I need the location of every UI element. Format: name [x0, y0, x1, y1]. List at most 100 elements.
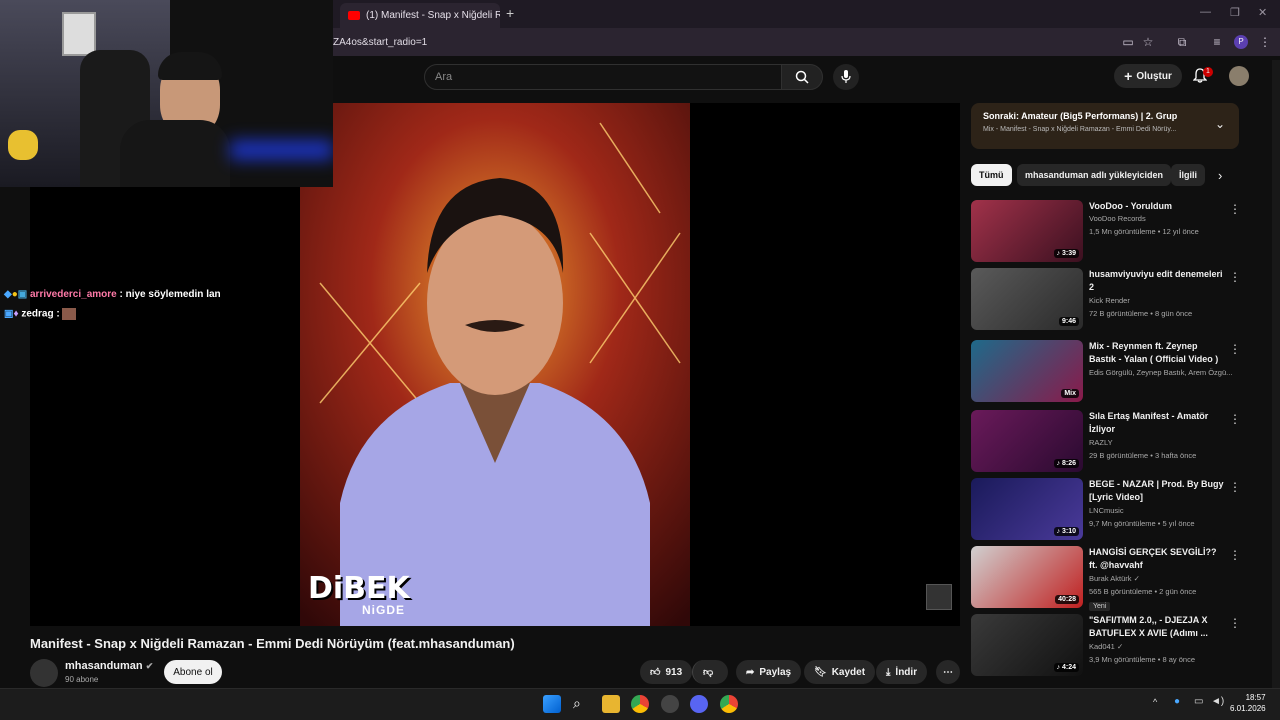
subscribe-button[interactable]: Abone ol — [164, 660, 222, 684]
tray-mic-icon[interactable]: ● — [1174, 696, 1180, 707]
video-thumbnail[interactable]: ♪ 4:24 — [971, 614, 1083, 676]
voice-search-button[interactable] — [833, 64, 859, 90]
reading-list-icon[interactable]: ≡ — [1209, 34, 1225, 50]
browser-tab[interactable]: (1) Manifest - Snap x Niğdeli R... × — [340, 3, 500, 28]
rec-title[interactable]: Sıla Ertaş Manifest - Amatör İzliyor — [1089, 410, 1227, 436]
app-icon[interactable] — [661, 695, 679, 713]
chevron-down-icon[interactable]: ⌄ — [1215, 117, 1225, 131]
miniplayer-preview[interactable] — [926, 584, 952, 610]
recommended-video[interactable]: 9:46 husamviyuviyu edit denemeleri 2 Kick … — [971, 268, 1271, 332]
rec-channel[interactable]: RAZLY — [1089, 438, 1239, 447]
search-button[interactable] — [781, 64, 823, 90]
tray-network-icon[interactable]: ▭ — [1194, 696, 1203, 707]
dislike-button[interactable]: 👎︎ — [692, 660, 728, 684]
more-vertical-icon[interactable]: ⋮ — [1229, 548, 1241, 562]
thumbs-down-icon: 👎︎ — [703, 667, 714, 678]
tray-chevron-icon[interactable]: ^ — [1153, 697, 1157, 707]
rec-title[interactable]: VooDoo - Yoruldum — [1089, 200, 1227, 213]
tray-volume-icon[interactable]: ◄) — [1211, 696, 1224, 707]
more-vertical-icon[interactable]: ⋮ — [1229, 202, 1241, 216]
video-thumbnail[interactable]: Mix — [971, 340, 1083, 402]
rec-channel[interactable]: LNCmusic — [1089, 506, 1239, 515]
chat-text: : — [53, 308, 63, 320]
chip-uploader[interactable]: mhasanduman adlı yükleyiciden — [1017, 164, 1172, 186]
video-thumbnail[interactable]: ♪ 3:39 — [971, 200, 1083, 262]
windows-start-icon[interactable] — [543, 695, 561, 713]
channel-avatar[interactable] — [30, 659, 58, 687]
recommended-video[interactable]: ♪ 3:10 BEGE - NAZAR | Prod. By Bugy [Lyri… — [971, 478, 1271, 542]
search-icon — [795, 70, 809, 84]
rec-channel[interactable]: VooDoo Records — [1089, 214, 1239, 223]
maximize-icon[interactable]: ❐ — [1230, 6, 1240, 19]
rec-channel[interactable]: Burak Aktürk ✓ — [1089, 574, 1239, 583]
more-vertical-icon[interactable]: ⋮ — [1229, 616, 1241, 630]
account-avatar[interactable] — [1229, 66, 1249, 86]
taskbar-search-icon[interactable]: ⌕ — [573, 695, 591, 713]
browser-menu-icon[interactable]: ⋮ — [1257, 34, 1273, 50]
chevron-right-icon[interactable]: › — [1218, 168, 1222, 183]
more-vertical-icon[interactable]: ⋮ — [1229, 342, 1241, 356]
rec-title[interactable]: Mix - Reynmen ft. Zeynep Bastık - Yalan … — [1089, 340, 1227, 366]
rec-title[interactable]: husamviyuviyu edit denemeleri 2 — [1089, 268, 1227, 294]
cast-icon[interactable]: ▭ — [1120, 34, 1136, 50]
bookmark-star-icon[interactable]: ☆ — [1140, 34, 1156, 50]
notification-badge: 1 — [1203, 67, 1213, 77]
recommended-video[interactable]: Mix Mix - Reynmen ft. Zeynep Bastık - Yal… — [971, 340, 1271, 404]
chrome-icon[interactable] — [631, 695, 649, 713]
chat-emote-icon — [62, 308, 77, 320]
url-field[interactable]: ZA4os&start_radio=1 — [333, 37, 427, 48]
rec-channel[interactable]: Edis Görgülü, Zeynep Bastık, Arem Özgü..… — [1089, 368, 1239, 377]
recommended-video[interactable]: ♪ 3:39 VooDoo - Yoruldum VooDoo Records 1,5… — [971, 200, 1271, 264]
share-button[interactable]: ➦ Paylaş — [736, 660, 802, 684]
led-light — [230, 140, 333, 160]
clock-date: 6.01.2026 — [1230, 704, 1266, 713]
plus-icon: + — [1124, 68, 1133, 84]
video-thumbnail[interactable]: ♪ 3:10 — [971, 478, 1083, 540]
desk-toy — [8, 130, 38, 160]
rec-channel[interactable]: Kad041 ✓ — [1089, 642, 1239, 651]
minimize-icon[interactable]: — — [1200, 6, 1211, 18]
search-input[interactable]: Ara — [424, 64, 782, 90]
like-button[interactable]: 👍︎ 913 — [640, 660, 692, 684]
duration-badge: ♪ 4:24 — [1053, 663, 1079, 672]
more-vertical-icon[interactable]: ⋮ — [1229, 270, 1241, 284]
recommended-video[interactable]: ♪ 8:26 Sıla Ertaş Manifest - Amatör İzliy… — [971, 410, 1271, 474]
extensions-icon[interactable]: ⧉ — [1174, 34, 1190, 50]
rec-title[interactable]: BEGE - NAZAR | Prod. By Bugy [Lyric Vide… — [1089, 478, 1227, 504]
rec-title[interactable]: "SAFI/TMM 2.0,, - DJEZJA X BATUFLEX X AV… — [1089, 614, 1227, 640]
chrome-profile-icon[interactable] — [720, 695, 738, 713]
subscriber-count: 90 abone — [65, 675, 99, 684]
profile-avatar[interactable]: P — [1234, 35, 1248, 49]
recommended-video[interactable]: ♪ 4:24 "SAFI/TMM 2.0,, - DJEZJA X BATUFLE… — [971, 614, 1271, 678]
more-vertical-icon[interactable]: ⋮ — [1229, 480, 1241, 494]
up-next-panel[interactable]: Sonraki: Amateur (Big5 Performans) | 2. … — [971, 103, 1239, 149]
rec-title[interactable]: HANGİSİ GERÇEK SEVGİLİ?? ft. @havvahf — [1089, 546, 1227, 572]
video-thumbnail[interactable]: 40:28 — [971, 546, 1083, 608]
share-icon: ➦ — [746, 666, 755, 678]
recommended-video[interactable]: 40:28 HANGİSİ GERÇEK SEVGİLİ?? ft. @havva… — [971, 546, 1271, 611]
more-actions-button[interactable]: ⋯ — [936, 660, 960, 684]
chat-username: arrivederci_amore — [29, 289, 117, 300]
page-scrollbar[interactable] — [1272, 60, 1280, 688]
video-thumbnail[interactable]: 9:46 — [971, 268, 1083, 330]
more-vertical-icon[interactable]: ⋮ — [1229, 412, 1241, 426]
streamer-body — [120, 120, 230, 187]
chip-related[interactable]: İlgili — [1171, 164, 1205, 186]
file-explorer-icon[interactable] — [602, 695, 620, 713]
system-clock[interactable]: 18:57 6.01.2026 — [1230, 692, 1266, 714]
duration-badge: 40:28 — [1055, 595, 1079, 604]
create-button[interactable]: + Oluştur — [1114, 64, 1182, 88]
rec-channel[interactable]: Kick Render — [1089, 296, 1239, 305]
discord-icon[interactable] — [690, 695, 708, 713]
duration-badge: ♪ 8:26 — [1053, 459, 1079, 468]
bookmark-icon: 🔖︎ — [814, 666, 827, 678]
close-window-icon[interactable]: ✕ — [1258, 6, 1267, 19]
save-button[interactable]: 🔖︎ Kaydet — [804, 660, 876, 684]
download-button[interactable]: ⤓ İndir — [876, 660, 928, 684]
channel-name[interactable]: mhasanduman ✔ — [65, 660, 153, 672]
new-tab-icon[interactable]: + — [506, 5, 514, 21]
chip-all[interactable]: Tümü — [971, 164, 1012, 186]
wall-poster — [62, 12, 96, 56]
video-thumbnail[interactable]: ♪ 8:26 — [971, 410, 1083, 472]
rec-meta: 29 B görüntüleme • 3 hafta önce — [1089, 451, 1197, 460]
